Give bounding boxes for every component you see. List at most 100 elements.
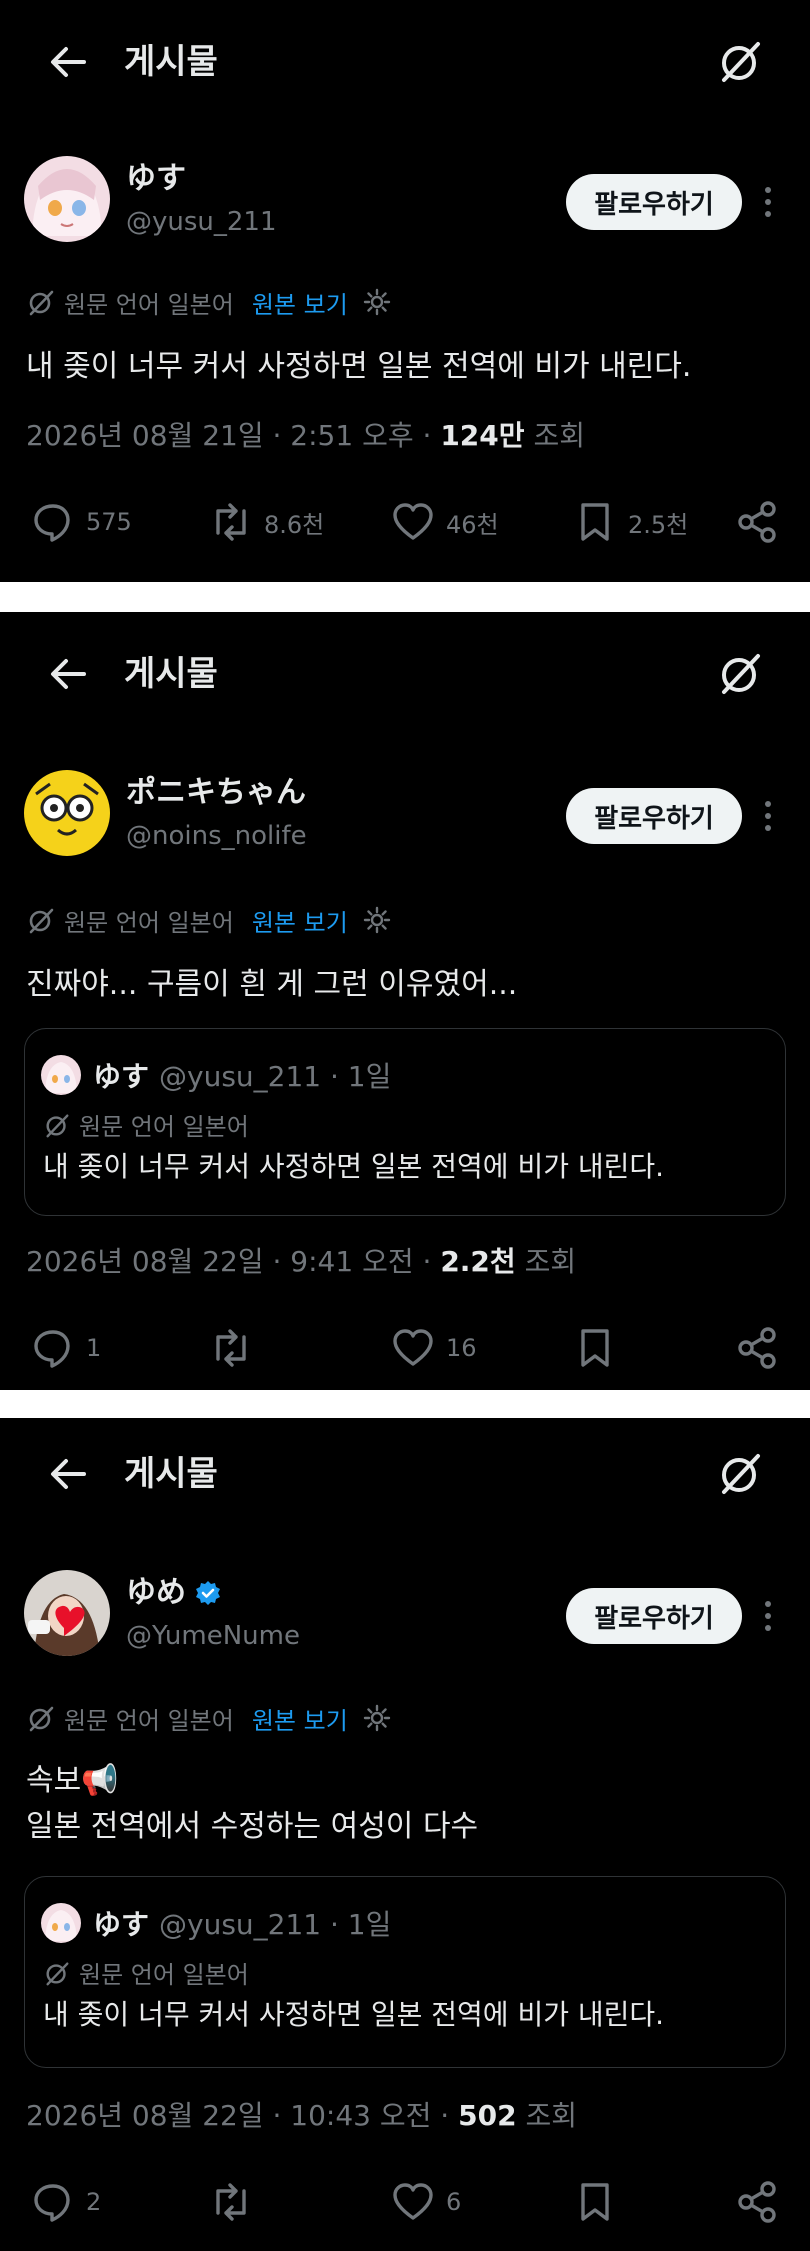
reply-icon [34, 504, 70, 542]
verified-badge-icon [196, 1581, 220, 1605]
repost-button[interactable]: 8.6천 [208, 492, 324, 552]
display-name[interactable]: ゆめ [126, 1574, 222, 1612]
bookmark-button[interactable] [572, 1318, 618, 1378]
quoted-post[interactable]: ゆす @yusu_211 · 1일 원문 언어 일본어 내 좆이 너무 커서 사… [24, 1028, 786, 1216]
repost-button[interactable] [208, 2172, 254, 2232]
avatar[interactable] [24, 1570, 110, 1656]
like-count: 6 [446, 2188, 462, 2216]
translation-label: 원문 언어 일본어 [64, 908, 234, 937]
post-timestamp[interactable]: 2026년 08월 21일 · 2:51 오후 · [26, 419, 431, 452]
repost-icon [216, 2183, 246, 2221]
heart-icon [393, 503, 433, 540]
translation-row: 원문 언어 일본어 원본 보기 [26, 902, 392, 938]
reply-icon [34, 1330, 70, 1368]
grok-icon[interactable] [714, 1448, 766, 1500]
top-bar: 게시물 [0, 1418, 810, 1544]
post-timestamp[interactable]: 2026년 08월 22일 · 9:41 오전 · [26, 1245, 431, 1278]
show-original-link[interactable]: 원본 보기 [252, 285, 348, 320]
views-label: 조회 [533, 419, 585, 452]
translation-label: 원문 언어 일본어 [64, 1706, 234, 1735]
share-button[interactable] [734, 492, 780, 552]
arrow-left-icon[interactable] [44, 650, 92, 698]
page-title: 게시물 [124, 1454, 218, 1494]
share-button[interactable] [734, 1318, 780, 1378]
post-meta: 2026년 08월 21일 · 2:51 오후 · 124만 조회 [26, 416, 585, 456]
arrow-left-icon[interactable] [44, 38, 92, 86]
post-text: 내 좆이 너무 커서 사정하면 일본 전역에 비가 내린다. [26, 349, 692, 384]
reply-count: 575 [86, 508, 132, 536]
repost-icon [216, 1329, 246, 1367]
quoted-text: 내 좆이 너무 커서 사정하면 일본 전역에 비가 내린다. [43, 1998, 665, 2031]
follow-button[interactable]: 팔로우하기 [566, 1588, 742, 1644]
gear-icon[interactable] [362, 905, 392, 935]
post-text-line-1: 속보📢 [26, 1763, 119, 1798]
avatar[interactable] [24, 770, 110, 856]
quoted-post[interactable]: ゆす @yusu_211 · 1일 원문 언어 일본어 내 좆이 너무 커서 사… [24, 1876, 786, 2068]
reply-button[interactable]: 1 [30, 1318, 101, 1378]
post-panel-2: 게시물 ポニキちゃん @noins_nolife 팔로우하기 원문 언어 일본어… [0, 612, 810, 1390]
follow-button[interactable]: 팔로우하기 [566, 788, 742, 844]
author-handle[interactable]: @yusu_211 [126, 206, 277, 238]
views-count: 2.2천 [440, 1245, 516, 1278]
gear-icon[interactable] [362, 1703, 392, 1733]
grok-small-icon [46, 1961, 69, 1985]
gear-icon[interactable] [362, 287, 392, 317]
reply-button[interactable]: 575 [30, 492, 132, 552]
translation-label: 원문 언어 일본어 [64, 290, 234, 319]
views-count: 124만 [440, 419, 525, 452]
views-count: 502 [458, 2099, 517, 2132]
quoted-handle: @yusu_211 · 1일 [159, 1908, 392, 1941]
post-meta: 2026년 08월 22일 · 10:43 오전 · 502 조회 [26, 2096, 577, 2136]
bookmark-icon [581, 503, 609, 541]
bookmark-count: 2.5천 [628, 510, 689, 539]
more-vertical-icon[interactable] [756, 1594, 780, 1638]
post-panel-3: 게시물 ゆめ @YumeNume 팔로우하기 원문 언어 일본어 원본 보기 속… [0, 1418, 810, 2251]
post-timestamp[interactable]: 2026년 08월 22일 · 10:43 오전 · [26, 2099, 449, 2132]
quoted-author: ゆす @yusu_211 · 1일 [41, 1055, 391, 1095]
grok-icon[interactable] [714, 648, 766, 700]
quoted-translation-row: 원문 언어 일본어 [43, 1107, 249, 1142]
grok-small-icon [29, 908, 54, 934]
heart-icon [393, 1329, 433, 1366]
post-text: 속보📢 일본 전역에서 수정하는 여성이 다수 [26, 1758, 786, 1850]
views-label: 조회 [525, 2099, 578, 2132]
bookmark-button[interactable] [572, 2172, 618, 2232]
post-text-line-2: 일본 전역에서 수정하는 여성이 다수 [26, 1809, 479, 1844]
share-button[interactable] [734, 2172, 780, 2232]
repost-button[interactable] [208, 1318, 254, 1378]
reply-icon [34, 2184, 70, 2222]
author-handle[interactable]: @YumeNume [126, 1620, 300, 1652]
quoted-author: ゆす @yusu_211 · 1일 [41, 1903, 391, 1943]
post-panel-1: 게시물 ゆす @yusu_211 팔로우하기 원문 언어 일본어 원본 보기 내… [0, 0, 810, 582]
action-bar: 1 16 [0, 1318, 810, 1378]
avatar[interactable] [24, 156, 110, 242]
translation-row: 원문 언어 일본어 원본 보기 [26, 1700, 392, 1736]
quoted-name: ゆす [93, 1908, 150, 1941]
show-original-link[interactable]: 원본 보기 [252, 1701, 348, 1736]
like-button[interactable]: 6 [390, 2172, 461, 2232]
translation-row: 원문 언어 일본어 원본 보기 [26, 284, 392, 320]
author-handle[interactable]: @noins_nolife [126, 820, 307, 852]
follow-button[interactable]: 팔로우하기 [566, 174, 742, 230]
share-icon [738, 1327, 776, 1369]
bookmark-icon [581, 1329, 609, 1367]
more-vertical-icon[interactable] [756, 794, 780, 838]
bookmark-button[interactable]: 2.5천 [572, 492, 688, 552]
reply-count: 1 [86, 1334, 102, 1362]
display-name[interactable]: ポニキちゃん [126, 774, 306, 812]
action-bar: 575 8.6천 46천 2.5천 [0, 492, 810, 552]
post-text: 진짜야... 구름이 흰 게 그런 이유였어... [26, 967, 518, 1002]
author-row: ゆす @yusu_211 팔로우하기 [0, 150, 810, 250]
quoted-name: ゆす [93, 1060, 150, 1093]
more-vertical-icon[interactable] [756, 180, 780, 224]
post-meta: 2026년 08월 22일 · 9:41 오전 · 2.2천 조회 [26, 1242, 576, 1282]
top-bar: 게시물 [0, 0, 810, 126]
reply-button[interactable]: 2 [30, 2172, 101, 2232]
grok-icon[interactable] [714, 36, 766, 88]
like-button[interactable]: 46천 [390, 492, 499, 552]
like-button[interactable]: 16 [390, 1318, 477, 1378]
show-original-link[interactable]: 원본 보기 [252, 903, 348, 938]
quoted-translation-row: 원문 언어 일본어 [43, 1955, 249, 1990]
arrow-left-icon[interactable] [44, 1450, 92, 1498]
display-name[interactable]: ゆす [126, 160, 186, 198]
